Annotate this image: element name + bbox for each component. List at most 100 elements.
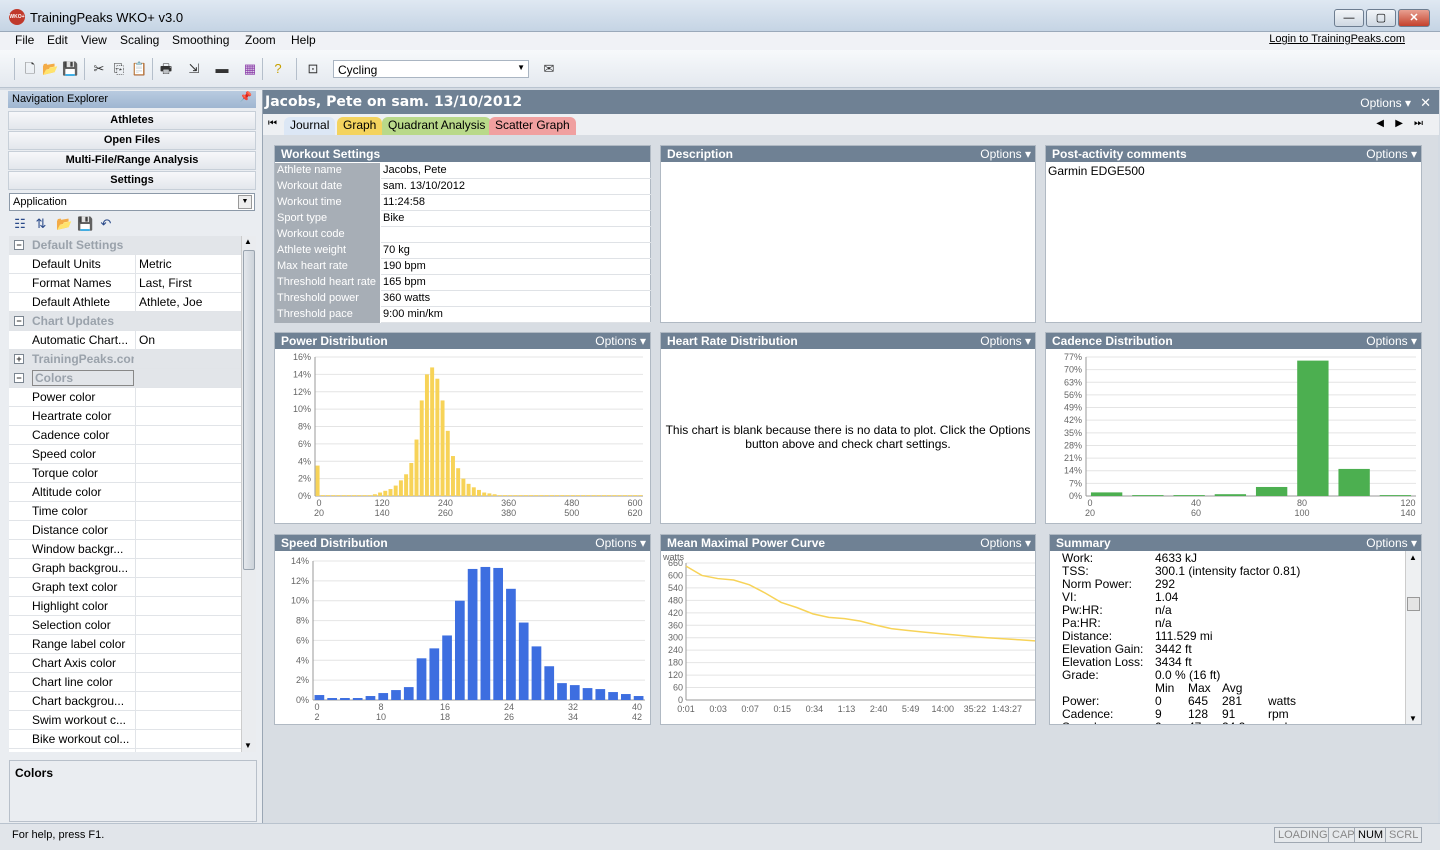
options-button[interactable]: Options ▾ — [1366, 334, 1417, 348]
property-row[interactable]: Graph text color — [9, 578, 241, 597]
open-settings-icon[interactable]: 📂 — [56, 216, 72, 232]
property-category[interactable]: − Default Settings — [9, 236, 241, 255]
property-row[interactable]: Highlight color — [9, 597, 241, 616]
open-folder-icon[interactable]: 📂 — [42, 61, 58, 77]
sport-select[interactable]: Cycling ▼ — [333, 60, 529, 78]
maximize-button[interactable]: ▢ — [1366, 9, 1396, 27]
menu-file[interactable]: File — [15, 33, 34, 47]
property-row[interactable]: Torque color — [9, 464, 241, 483]
main-options-button[interactable]: Options ▾ — [1360, 96, 1411, 110]
nav-athletes-button[interactable]: Athletes — [8, 111, 256, 130]
workout-setting-row[interactable]: Threshold power 360 watts — [275, 291, 651, 307]
property-row[interactable]: Default Athlete Athlete, Joe — [9, 293, 241, 312]
workout-setting-row[interactable]: Threshold heart rate 165 bpm — [275, 275, 651, 291]
last-tab-icon[interactable]: ⏭ — [1414, 118, 1423, 129]
expand-toggle-icon[interactable]: − — [14, 240, 24, 250]
property-row[interactable]: Distance color — [9, 521, 241, 540]
property-row[interactable]: Cadence color — [9, 426, 241, 445]
property-row[interactable]: Speed color — [9, 445, 241, 464]
property-row[interactable]: Automatic Chart... On — [9, 331, 241, 350]
property-row[interactable]: Bike workout col... — [9, 730, 241, 749]
workout-setting-row[interactable]: Workout time 11:24:58 — [275, 195, 651, 211]
settings-scope-select[interactable]: Application ▼ — [9, 193, 255, 211]
workout-setting-row[interactable]: Sport type Bike — [275, 211, 651, 227]
prev-tab-icon[interactable]: ◀ — [1376, 118, 1384, 129]
nav-open-files-button[interactable]: Open Files — [8, 131, 256, 150]
mail-icon[interactable]: ✉ — [541, 61, 557, 77]
print-icon[interactable]: 🖶 — [158, 61, 174, 77]
options-button[interactable]: Options ▾ — [980, 147, 1031, 161]
undo-icon[interactable]: ↶ — [98, 216, 114, 232]
cut-icon[interactable]: ✂ — [91, 61, 107, 77]
scrollbar-thumb[interactable] — [1407, 597, 1420, 611]
expand-toggle-icon[interactable]: − — [14, 316, 24, 326]
close-icon[interactable]: ✕ — [1420, 95, 1431, 111]
scroll-up-icon[interactable]: ▲ — [1409, 553, 1417, 562]
expand-toggle-icon[interactable]: + — [14, 354, 24, 364]
workout-setting-row[interactable]: Athlete name Jacobs, Pete — [275, 163, 651, 179]
scroll-down-icon[interactable]: ▼ — [244, 741, 252, 750]
workout-setting-row[interactable]: Workout date sam. 13/10/2012 — [275, 179, 651, 195]
property-scrollbar[interactable]: ▲ ▼ — [241, 236, 256, 752]
property-row[interactable]: Graph backgrou... — [9, 559, 241, 578]
property-row[interactable]: Swim workout c... — [9, 711, 241, 730]
property-row[interactable]: Heartrate color — [9, 407, 241, 426]
property-row[interactable]: Power color — [9, 388, 241, 407]
options-button[interactable]: Options ▾ — [1366, 536, 1417, 550]
save-icon[interactable]: 💾 — [62, 61, 78, 77]
copy-icon[interactable]: ⎘ — [111, 61, 127, 77]
folder-icon[interactable]: ▬ — [214, 61, 230, 77]
expand-toggle-icon[interactable]: − — [14, 373, 24, 383]
menu-scaling[interactable]: Scaling — [120, 33, 159, 47]
tab-journal[interactable]: Journal — [284, 117, 336, 135]
property-row[interactable]: Time color — [9, 502, 241, 521]
property-row[interactable]: Range label color — [9, 635, 241, 654]
property-category[interactable]: + TrainingPeaks.com Download Acco... — [9, 350, 241, 369]
workout-setting-row[interactable]: Max heart rate 190 bpm — [275, 259, 651, 275]
new-workout-icon[interactable]: ⊡ — [305, 61, 321, 77]
login-link[interactable]: Login to TrainingPeaks.com — [1269, 33, 1405, 45]
description-panel[interactable]: Description Options ▾ — [660, 145, 1036, 323]
tab-quadrant-analysis[interactable]: Quadrant Analysis — [382, 117, 492, 135]
property-row[interactable]: Window backgr... — [9, 540, 241, 559]
tab-graph[interactable]: Graph — [337, 117, 383, 135]
sort-alpha-icon[interactable]: ⇅ — [33, 216, 49, 232]
scroll-down-icon[interactable]: ▼ — [1409, 714, 1417, 723]
options-button[interactable]: Options ▾ — [980, 536, 1031, 550]
property-row[interactable]: Chart Axis color — [9, 654, 241, 673]
next-tab-icon[interactable]: ▶ — [1395, 118, 1403, 129]
property-row[interactable]: Run workout col... — [9, 749, 241, 752]
comments-panel[interactable]: Post-activity comments Options ▾ Garmin E… — [1045, 145, 1422, 323]
property-row[interactable]: Chart line color — [9, 673, 241, 692]
summary-scrollbar[interactable]: ▲ ▼ — [1405, 551, 1421, 724]
minimize-button[interactable]: — — [1334, 9, 1364, 27]
new-file-icon[interactable]: 🗋 — [22, 61, 38, 77]
paste-icon[interactable]: 📋 — [131, 61, 147, 77]
menu-view[interactable]: View — [81, 33, 107, 47]
options-button[interactable]: Options ▾ — [980, 334, 1031, 348]
help-icon[interactable]: ? — [270, 61, 286, 77]
property-category[interactable]: − Chart Updates — [9, 312, 241, 331]
scroll-up-icon[interactable]: ▲ — [244, 237, 252, 246]
property-category[interactable]: − Colors — [9, 369, 241, 388]
property-row[interactable]: Chart backgrou... — [9, 692, 241, 711]
workout-setting-row[interactable]: Workout code — [275, 227, 651, 243]
menu-smoothing[interactable]: Smoothing — [172, 33, 229, 47]
save-settings-icon[interactable]: 💾 — [77, 216, 93, 232]
property-row[interactable]: Selection color — [9, 616, 241, 635]
workout-setting-row[interactable]: Athlete weight 70 kg — [275, 243, 651, 259]
download-device-icon[interactable]: ⇲ — [186, 61, 202, 77]
options-button[interactable]: Options ▾ — [1366, 147, 1417, 161]
scrollbar-thumb[interactable] — [243, 250, 255, 570]
tab-scatter-graph[interactable]: Scatter Graph — [489, 117, 576, 135]
first-tab-icon[interactable]: ⏮ — [268, 118, 277, 129]
close-window-button[interactable]: ✕ — [1398, 9, 1430, 27]
property-row[interactable]: Default Units Metric — [9, 255, 241, 274]
pin-icon[interactable]: 📌 — [240, 92, 252, 103]
calendar-icon[interactable]: ▦ — [242, 61, 258, 77]
options-button[interactable]: Options ▾ — [595, 536, 646, 550]
menu-zoom[interactable]: Zoom — [245, 33, 276, 47]
property-row[interactable]: Format Names Last, First — [9, 274, 241, 293]
options-button[interactable]: Options ▾ — [595, 334, 646, 348]
nav-settings-button[interactable]: Settings — [8, 171, 256, 190]
